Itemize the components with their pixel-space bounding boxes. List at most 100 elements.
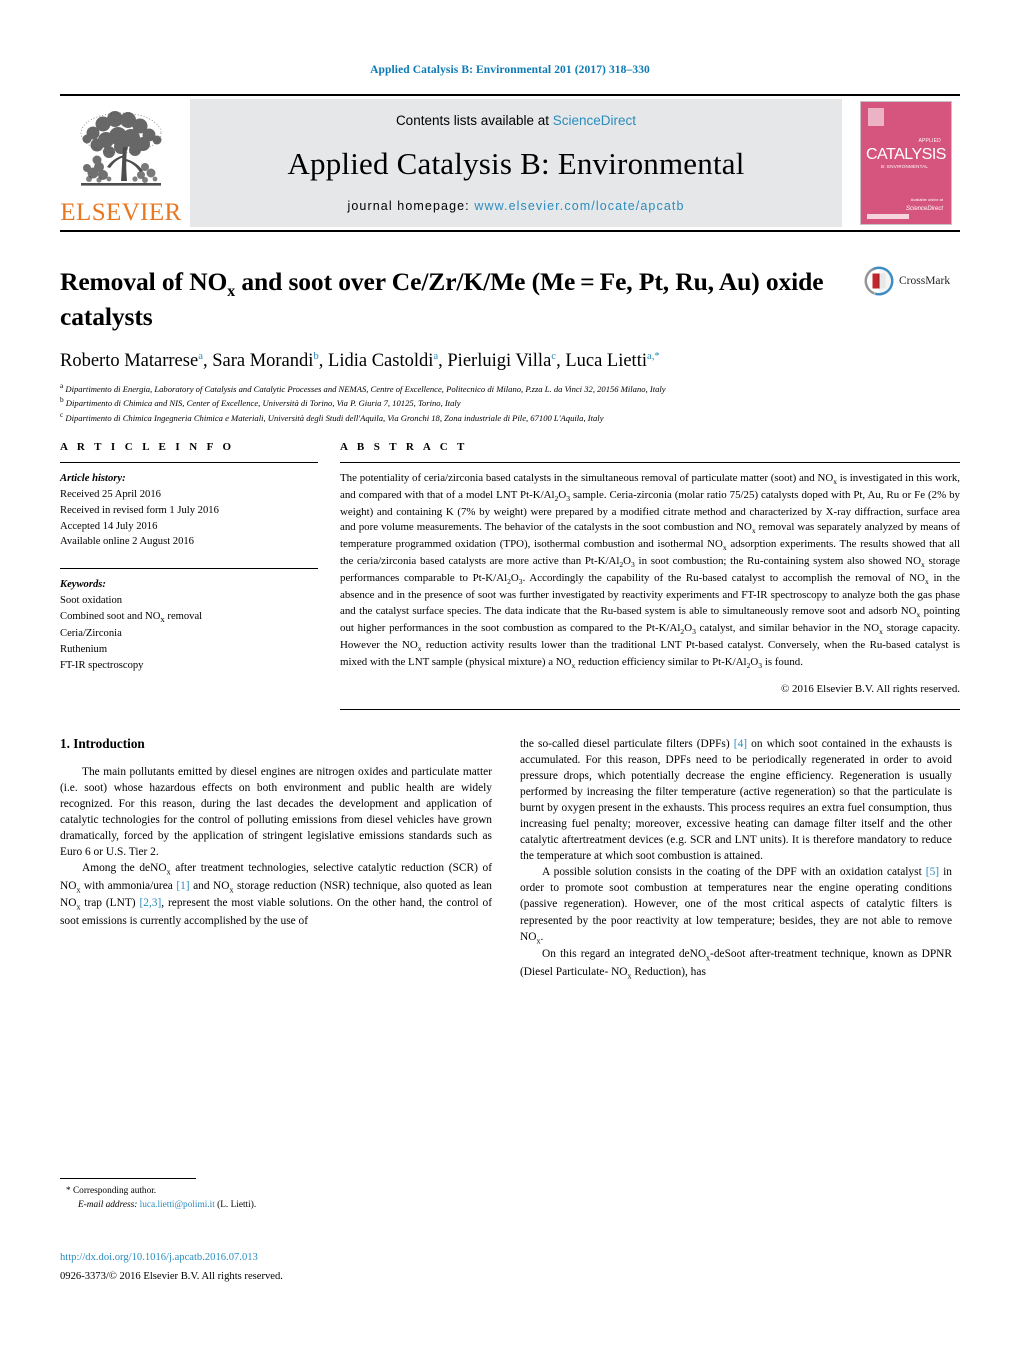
intro-right-paragraphs: the so-called diesel particulate filters…	[520, 736, 952, 982]
journal-banner: Contents lists available at ScienceDirec…	[190, 99, 842, 227]
journal-title: Applied Catalysis B: Environmental	[287, 145, 745, 181]
email-link[interactable]: luca.lietti@polimi.it	[140, 1200, 215, 1210]
body-paragraph: the so-called diesel particulate filters…	[520, 737, 952, 863]
author-affiliation-marker: b	[313, 349, 319, 362]
body-columns: 1. Introduction The main pollutants emit…	[60, 736, 960, 982]
journal-masthead: ELSEVIER Contents lists available at Sci…	[60, 94, 960, 232]
corresponding-marker: *	[66, 1186, 71, 1196]
email-attribution: (L. Lietti).	[217, 1199, 257, 1210]
elsevier-wordmark: ELSEVIER	[60, 199, 182, 226]
keyword-item: FT-IR spectroscopy	[60, 660, 144, 672]
homepage-url-link[interactable]: www.elsevier.com/locate/apcatb	[474, 199, 684, 213]
info-abstract-section: A R T I C L E I N F O Article history: R…	[60, 441, 960, 710]
section-heading-introduction: 1. Introduction	[60, 735, 145, 751]
elsevier-logo: ELSEVIER	[60, 99, 182, 227]
keywords-label: Keywords:	[60, 579, 106, 591]
article-history-list: Received 25 April 2016 Received in revise…	[60, 487, 318, 551]
citation-ref[interactable]: [1]	[176, 880, 189, 892]
journal-cover-thumbnail: APPLIED CATALYSIS B: ENVIRONMENTAL Avail…	[852, 99, 960, 227]
affiliation-item: b Dipartimento di Chimica and NIS, Cente…	[60, 395, 461, 409]
article-title: Removal of NOx and soot over Ce/Zr/K/Me …	[60, 266, 850, 332]
author-name: Lidia Castoldia	[328, 349, 439, 371]
keyword-item: Soot oxidation	[60, 595, 123, 607]
keyword-item: Ruthenium	[60, 644, 108, 656]
author-name: Roberto Matarresea	[60, 349, 203, 371]
intro-left-paragraphs: The main pollutants emitted by diesel en…	[60, 764, 492, 929]
elsevier-tree-icon	[80, 111, 162, 186]
crossmark-icon	[864, 266, 894, 296]
abstract-column: A B S T R A C T The potentiality of ceri…	[340, 441, 960, 710]
citation-ref[interactable]: [2,3]	[139, 897, 161, 909]
cover-footer-small: Available online at	[910, 197, 943, 202]
article-history-item: Accepted 14 July 2016	[60, 520, 158, 532]
article-history-label: Article history:	[60, 472, 126, 484]
article-info-column: A R T I C L E I N F O Article history: R…	[60, 441, 318, 710]
citation-ref[interactable]: [5]	[926, 866, 939, 878]
author-affiliation-marker: a,*	[646, 349, 660, 362]
article-info-rule	[60, 461, 318, 463]
citation-ref[interactable]: [4]	[734, 738, 747, 750]
body-paragraph: The main pollutants emitted by diesel en…	[60, 765, 492, 859]
footnote-block: * Corresponding author. E-mail address: …	[60, 1178, 492, 1213]
article-history-item: Received 25 April 2016	[60, 488, 161, 500]
journal-homepage-line: journal homepage: www.elsevier.com/locat…	[348, 199, 685, 213]
crossmark-badge[interactable]: CrossMark	[864, 266, 960, 296]
cover-applied-label: APPLIED	[918, 138, 941, 144]
affiliation-item: c Dipartimento di Chimica Ingegneria Chi…	[60, 409, 604, 423]
body-column-right: the so-called diesel particulate filters…	[520, 736, 952, 982]
contents-available-line: Contents lists available at ScienceDirec…	[396, 113, 636, 128]
body-paragraph: On this regard an integrated deNOx-deSoo…	[520, 948, 952, 980]
keywords-list: Soot oxidation Combined soot and NOx remo…	[60, 593, 318, 674]
keyword-item: Ceria/Zirconia	[60, 628, 122, 640]
email-line: E-mail address: luca.lietti@polimi.it (L…	[60, 1199, 492, 1213]
running-head: Applied Catalysis B: Environmental 201 (…	[370, 64, 650, 76]
crossmark-label: CrossMark	[899, 275, 951, 287]
cover-title: CATALYSIS	[866, 146, 946, 163]
corresponding-label: Corresponding author.	[72, 1186, 157, 1196]
journal-cover-image: APPLIED CATALYSIS B: ENVIRONMENTAL Avail…	[860, 101, 952, 225]
article-history-item: Available online 2 August 2016	[60, 536, 194, 548]
article-title-part1: Removal of NO	[60, 267, 228, 296]
homepage-label: journal homepage:	[347, 199, 475, 213]
article-info-heading: A R T I C L E I N F O	[60, 440, 235, 453]
affiliation-marker: a	[60, 380, 64, 390]
cover-elsevier-mark	[868, 108, 884, 126]
affiliation-item: a Dipartimento di Energia, Laboratory of…	[60, 380, 666, 394]
affiliation-list: a Dipartimento di Energia, Laboratory of…	[60, 381, 960, 424]
affiliation-marker: b	[60, 395, 64, 405]
abstract-rule	[340, 461, 960, 463]
author-name: Sara Morandib	[212, 349, 319, 371]
abstract-bottom-rule	[340, 708, 960, 710]
abstract-copyright: © 2016 Elsevier B.V. All rights reserved…	[781, 682, 960, 695]
abstract-heading: A B S T R A C T	[340, 440, 468, 453]
author-affiliation-marker: c	[551, 349, 557, 362]
keywords-rule	[60, 568, 318, 570]
body-paragraph: A possible solution consists in the coat…	[520, 866, 952, 945]
cover-subtitle: B: ENVIRONMENTAL	[881, 164, 929, 169]
abstract-text: The potentiality of ceria/zirconia based…	[340, 471, 961, 670]
author-name: Pierluigi Villac	[447, 349, 557, 371]
footnote-rule	[60, 1178, 196, 1179]
author-list: Roberto Matarresea, Sara Morandib, Lidia…	[60, 349, 660, 371]
keyword-item: Combined soot and NOx removal	[60, 611, 203, 625]
author-affiliation-marker: a	[433, 349, 439, 362]
cover-footer-brand: ScienceDirect	[905, 206, 943, 212]
author-name: Luca Liettia,*	[565, 349, 660, 371]
doi-block: http://dx.doi.org/10.1016/j.apcatb.2016.…	[60, 1250, 492, 1285]
corresponding-author-line: * Corresponding author.	[60, 1185, 492, 1199]
body-paragraph: Among the deNOx after treatment technolo…	[60, 862, 492, 927]
issn-copyright-line: 0926-3373/© 2016 Elsevier B.V. All right…	[60, 1270, 283, 1282]
title-area: Removal of NOx and soot over Ce/Zr/K/Me …	[60, 266, 960, 332]
cover-barcode	[867, 214, 909, 219]
body-column-left: 1. Introduction The main pollutants emit…	[60, 736, 492, 982]
sciencedirect-link[interactable]: ScienceDirect	[553, 113, 636, 128]
article-title-subscript: x	[227, 283, 236, 301]
article-history-item: Received in revised form 1 July 2016	[60, 504, 219, 516]
email-label: E-mail address:	[78, 1199, 138, 1210]
doi-link[interactable]: http://dx.doi.org/10.1016/j.apcatb.2016.…	[60, 1250, 492, 1266]
affiliation-marker: c	[60, 409, 64, 419]
contents-prefix: Contents lists available at	[395, 113, 553, 128]
author-affiliation-marker: a	[198, 349, 203, 362]
paper-page: Applied Catalysis B: Environmental 201 (…	[0, 0, 1020, 1351]
